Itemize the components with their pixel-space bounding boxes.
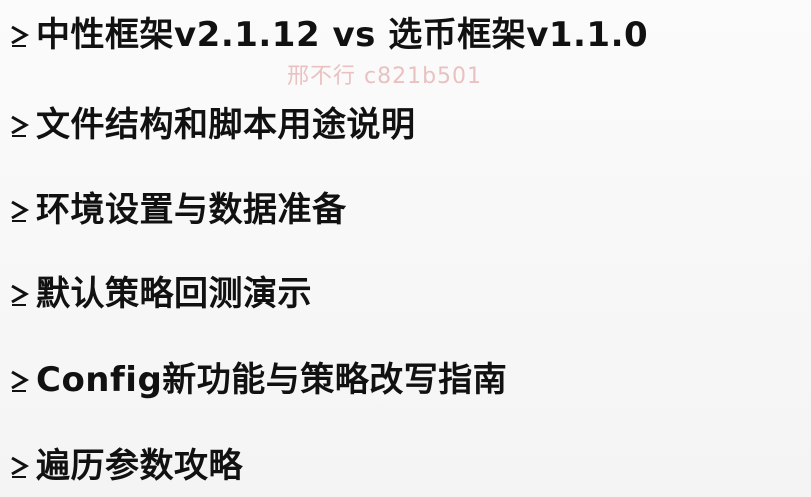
agenda-item-text: 默认策略回测演示 xyxy=(36,274,312,314)
chevron-right-arrow-icon xyxy=(6,105,36,145)
agenda-item-parameter-sweep: 遍历参数攻略 xyxy=(6,436,243,496)
slide-canvas: 邢不行 c821b501 中性框架v2.1.12 vs 选币框架v1.1.0 文… xyxy=(0,0,811,497)
chevron-right-arrow-icon xyxy=(6,190,36,230)
agenda-item-text: 遍历参数攻略 xyxy=(36,446,243,486)
agenda-item-text: 文件结构和脚本用途说明 xyxy=(36,105,416,145)
agenda-item-text: 环境设置与数据准备 xyxy=(36,190,347,230)
agenda-item-text: Config新功能与策略改写指南 xyxy=(36,360,508,400)
agenda-item-framework-compare: 中性框架v2.1.12 vs 选币框架v1.1.0 xyxy=(6,5,648,65)
chevron-right-arrow-icon xyxy=(6,274,36,314)
agenda-item-environment-setup: 环境设置与数据准备 xyxy=(6,180,347,240)
agenda-item-backtest-demo: 默认策略回测演示 xyxy=(6,264,312,324)
chevron-right-arrow-icon xyxy=(6,15,36,55)
agenda-item-text: 中性框架v2.1.12 vs 选币框架v1.1.0 xyxy=(36,15,649,55)
chevron-right-arrow-icon xyxy=(6,360,36,400)
agenda-item-file-structure: 文件结构和脚本用途说明 xyxy=(6,95,416,155)
chevron-right-arrow-icon xyxy=(6,446,36,486)
agenda-item-config-guide: Config新功能与策略改写指南 xyxy=(6,350,507,410)
